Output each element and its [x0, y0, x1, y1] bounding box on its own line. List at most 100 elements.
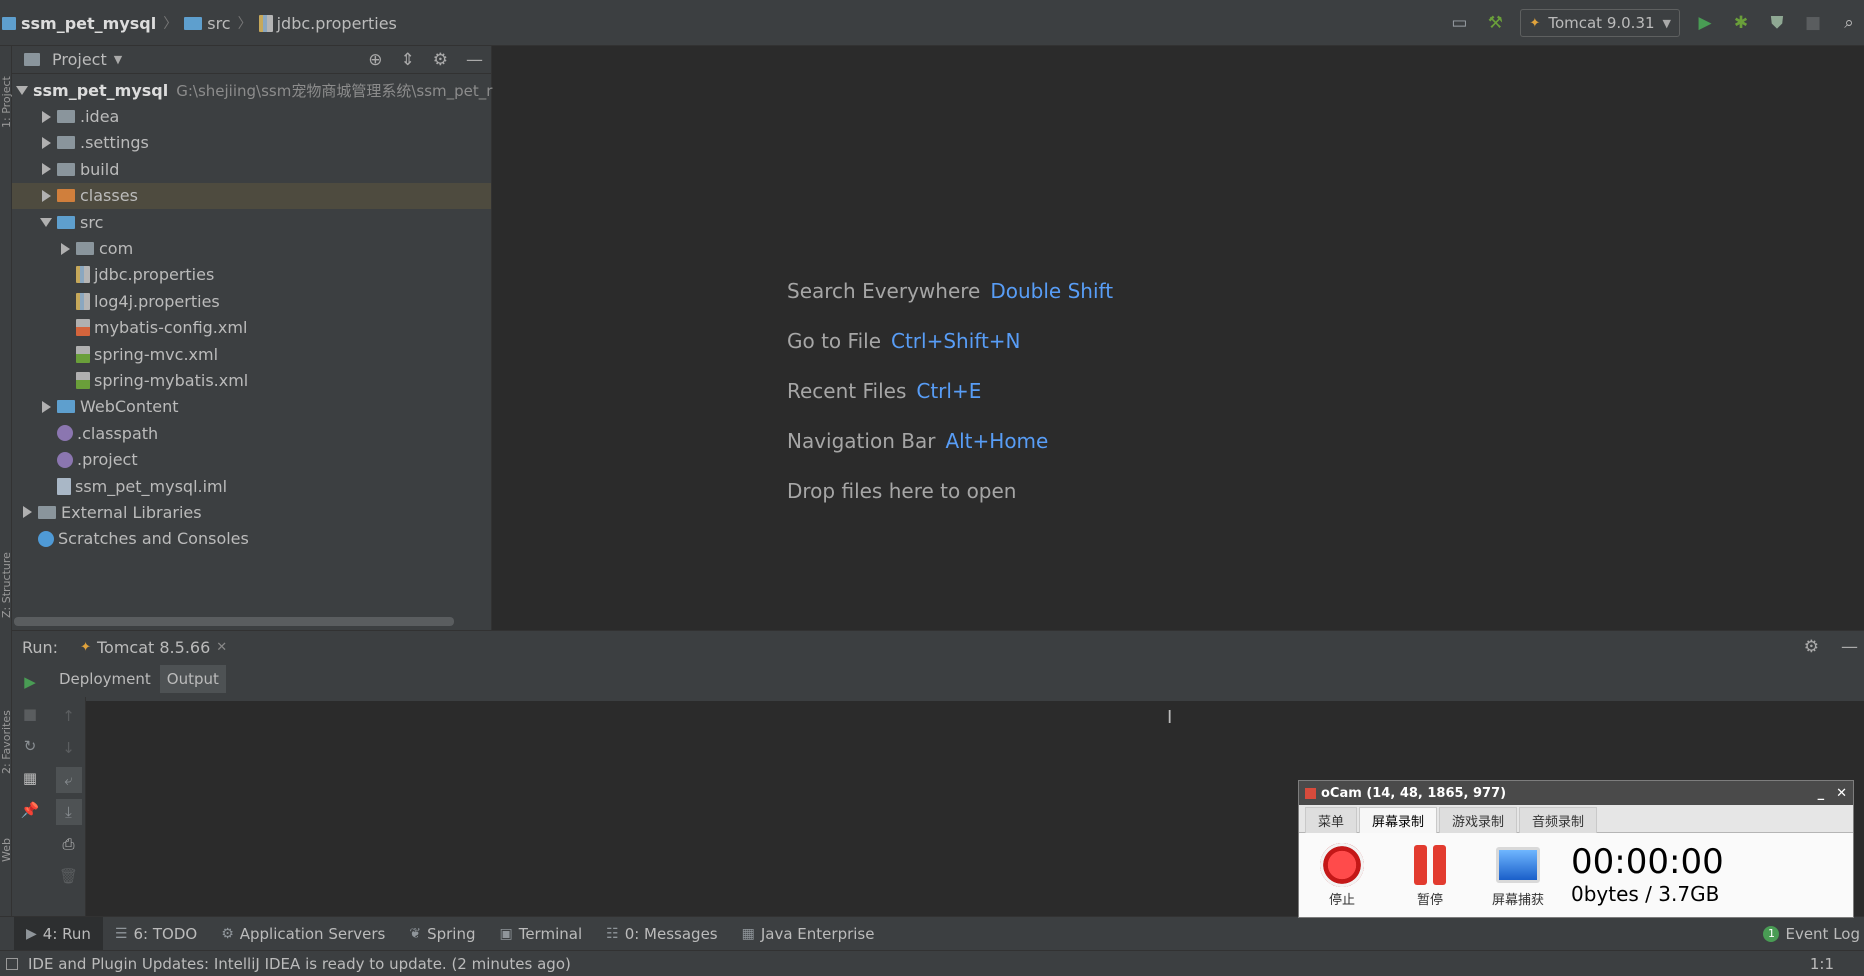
ocam-tab-menu[interactable]: 菜单: [1305, 806, 1358, 833]
ocam-tab-audio-record[interactable]: 音频录制: [1519, 806, 1598, 833]
minimize-icon[interactable]: —: [1841, 637, 1858, 657]
ocam-capture-button[interactable]: 屏幕捕获: [1483, 843, 1553, 908]
breadcrumb-project[interactable]: ssm_pet_mysql: [21, 14, 156, 33]
tool-window-java-enterprise[interactable]: ▦ Java Enterprise: [730, 917, 887, 951]
tree-item[interactable]: ssm_pet_mysql.iml: [12, 473, 491, 499]
tree-item[interactable]: .classpath: [12, 420, 491, 446]
expand-right-icon[interactable]: [54, 242, 76, 255]
subtab-deployment[interactable]: Deployment: [52, 665, 158, 693]
tree-item[interactable]: ssm_pet_mysql G:\shejiing\ssm宠物商城管理系统\ssm…: [12, 77, 492, 103]
tree-item[interactable]: com: [12, 235, 491, 261]
coverage-icon[interactable]: ⛊: [1766, 12, 1788, 34]
project-panel: Project ▼ ⊕ ⇕ ⚙ — ssm_pet_mysql G:\shejii…: [12, 46, 492, 630]
print-icon[interactable]: ⎙: [56, 831, 82, 857]
expand-right-icon[interactable]: [35, 136, 57, 149]
tree-item[interactable]: .settings: [12, 130, 491, 156]
close-icon[interactable]: ✕: [216, 640, 227, 655]
ocam-tab-game-record[interactable]: 游戏录制: [1439, 806, 1518, 833]
tree-item[interactable]: classes: [12, 182, 491, 209]
trash-icon[interactable]: 🗑: [56, 863, 82, 889]
refresh-icon[interactable]: ↻: [17, 733, 43, 759]
rerun-icon[interactable]: ▶: [17, 669, 43, 695]
stop-icon[interactable]: ■: [1802, 12, 1824, 34]
tool-window-todo[interactable]: ☰ 6: TODO: [103, 917, 209, 951]
arrow-up-icon[interactable]: ↑: [56, 703, 82, 729]
tree-item[interactable]: External Libraries: [12, 499, 491, 525]
ocam-pause-button[interactable]: 暂停: [1395, 843, 1465, 908]
tree-item[interactable]: build: [12, 156, 491, 182]
minimize-icon[interactable]: _: [1818, 786, 1825, 801]
caret-position[interactable]: 1:1: [1810, 955, 1834, 973]
tool-window-label: 4: Run: [42, 924, 91, 943]
subtab-output[interactable]: Output: [159, 665, 226, 693]
tree-item[interactable]: .idea: [12, 103, 491, 129]
close-icon[interactable]: ✕: [1836, 786, 1847, 801]
status-message[interactable]: IDE and Plugin Updates: IntelliJ IDEA is…: [28, 955, 571, 973]
run-icon[interactable]: ▶: [1694, 12, 1716, 34]
soft-wrap-icon[interactable]: ⤶: [55, 767, 82, 793]
tree-item[interactable]: log4j.properties: [12, 288, 491, 314]
tree-item[interactable]: spring-mvc.xml: [12, 341, 491, 367]
tool-window-run[interactable]: ▶ 4: Run: [14, 916, 103, 951]
hint-text: Drop files here to open: [787, 479, 1017, 503]
search-icon[interactable]: ⌕: [1838, 12, 1860, 34]
tree-item[interactable]: jdbc.properties: [12, 262, 491, 288]
gear-icon[interactable]: ⚙: [433, 50, 448, 70]
build-hammer-icon[interactable]: ⚒: [1484, 12, 1506, 34]
tree-item[interactable]: .project: [12, 446, 491, 472]
layout-icon[interactable]: ▭: [1448, 12, 1470, 34]
tool-window-label: Spring: [427, 924, 476, 943]
iml-file-icon: [57, 477, 71, 495]
ocam-title-bar[interactable]: oCam (14, 48, 1865, 977) _ ✕: [1299, 781, 1853, 805]
arrow-down-icon[interactable]: ↓: [56, 735, 82, 761]
app-servers-icon: ⚙: [221, 925, 234, 942]
gear-icon[interactable]: ⚙: [1804, 637, 1819, 657]
project-view-selector[interactable]: Project ▼: [24, 50, 122, 69]
expand-right-icon[interactable]: [35, 110, 57, 123]
run-configuration-select[interactable]: ✦ Tomcat 9.0.31 ▼: [1520, 9, 1680, 37]
minimize-icon[interactable]: —: [466, 50, 483, 70]
pin-icon[interactable]: 📌: [17, 797, 43, 823]
hint-shortcut: Ctrl+Shift+N: [891, 329, 1021, 353]
tree-item-label: log4j.properties: [94, 291, 220, 311]
expand-right-icon[interactable]: [35, 189, 57, 202]
run-tab-tomcat[interactable]: ✦ Tomcat 8.5.66 ✕: [70, 631, 238, 663]
tool-window-label: Application Servers: [239, 924, 386, 943]
ocam-tab-screen-record[interactable]: 屏幕录制: [1359, 806, 1438, 833]
ocam-stop-button[interactable]: 停止: [1307, 842, 1377, 908]
tree-item-label: build: [80, 159, 120, 179]
tree-item[interactable]: mybatis-config.xml: [12, 315, 491, 341]
tool-window-messages[interactable]: ☷ 0: Messages: [594, 917, 730, 951]
debug-icon[interactable]: ✱: [1730, 12, 1752, 34]
tool-window-terminal[interactable]: ▣ Terminal: [487, 917, 594, 951]
toggle-tool-windows-icon[interactable]: [6, 957, 18, 970]
expand-right-icon[interactable]: [35, 400, 57, 413]
tree-item-label: classes: [80, 186, 138, 206]
tool-window-spring[interactable]: ❦ Spring: [397, 917, 487, 951]
tree-item[interactable]: spring-mybatis.xml: [12, 367, 491, 393]
ocam-timer: 00:00:00: [1571, 842, 1724, 882]
breadcrumb-folder[interactable]: src: [207, 14, 230, 33]
tree-item[interactable]: WebContent: [12, 394, 491, 420]
breadcrumb-file[interactable]: jdbc.properties: [277, 14, 397, 33]
expand-down-icon[interactable]: [16, 85, 28, 95]
ocam-capture-label: 屏幕捕获: [1491, 892, 1544, 908]
tree-item[interactable]: src: [12, 209, 491, 235]
expand-right-icon[interactable]: [35, 163, 57, 176]
horizontal-scrollbar[interactable]: [14, 617, 454, 626]
editor-welcome-area: Search Everywhere Double Shift Go to File…: [493, 46, 1864, 630]
expand-right-icon[interactable]: [16, 506, 38, 519]
expand-down-icon[interactable]: [35, 217, 57, 227]
tree-item[interactable]: Scratches and Consoles: [12, 526, 491, 552]
scroll-to-end-icon[interactable]: ⤓: [55, 799, 82, 825]
stop-icon[interactable]: ■: [17, 701, 43, 727]
layout-icon[interactable]: ▦: [17, 765, 43, 791]
tree-item-label: mybatis-config.xml: [94, 318, 248, 338]
tool-window-event-log[interactable]: 1 Event Log: [1751, 917, 1864, 951]
locate-icon[interactable]: ⊕: [368, 50, 382, 70]
collapse-all-icon[interactable]: ⇕: [401, 50, 415, 70]
run-panel-header: Run: ✦ Tomcat 8.5.66 ✕ ⚙ —: [12, 631, 1864, 663]
hint-navigation-bar: Navigation Bar Alt+Home: [787, 429, 1048, 453]
tool-window-app-servers[interactable]: ⚙ Application Servers: [209, 917, 397, 951]
hint-text: Navigation Bar: [787, 429, 936, 453]
